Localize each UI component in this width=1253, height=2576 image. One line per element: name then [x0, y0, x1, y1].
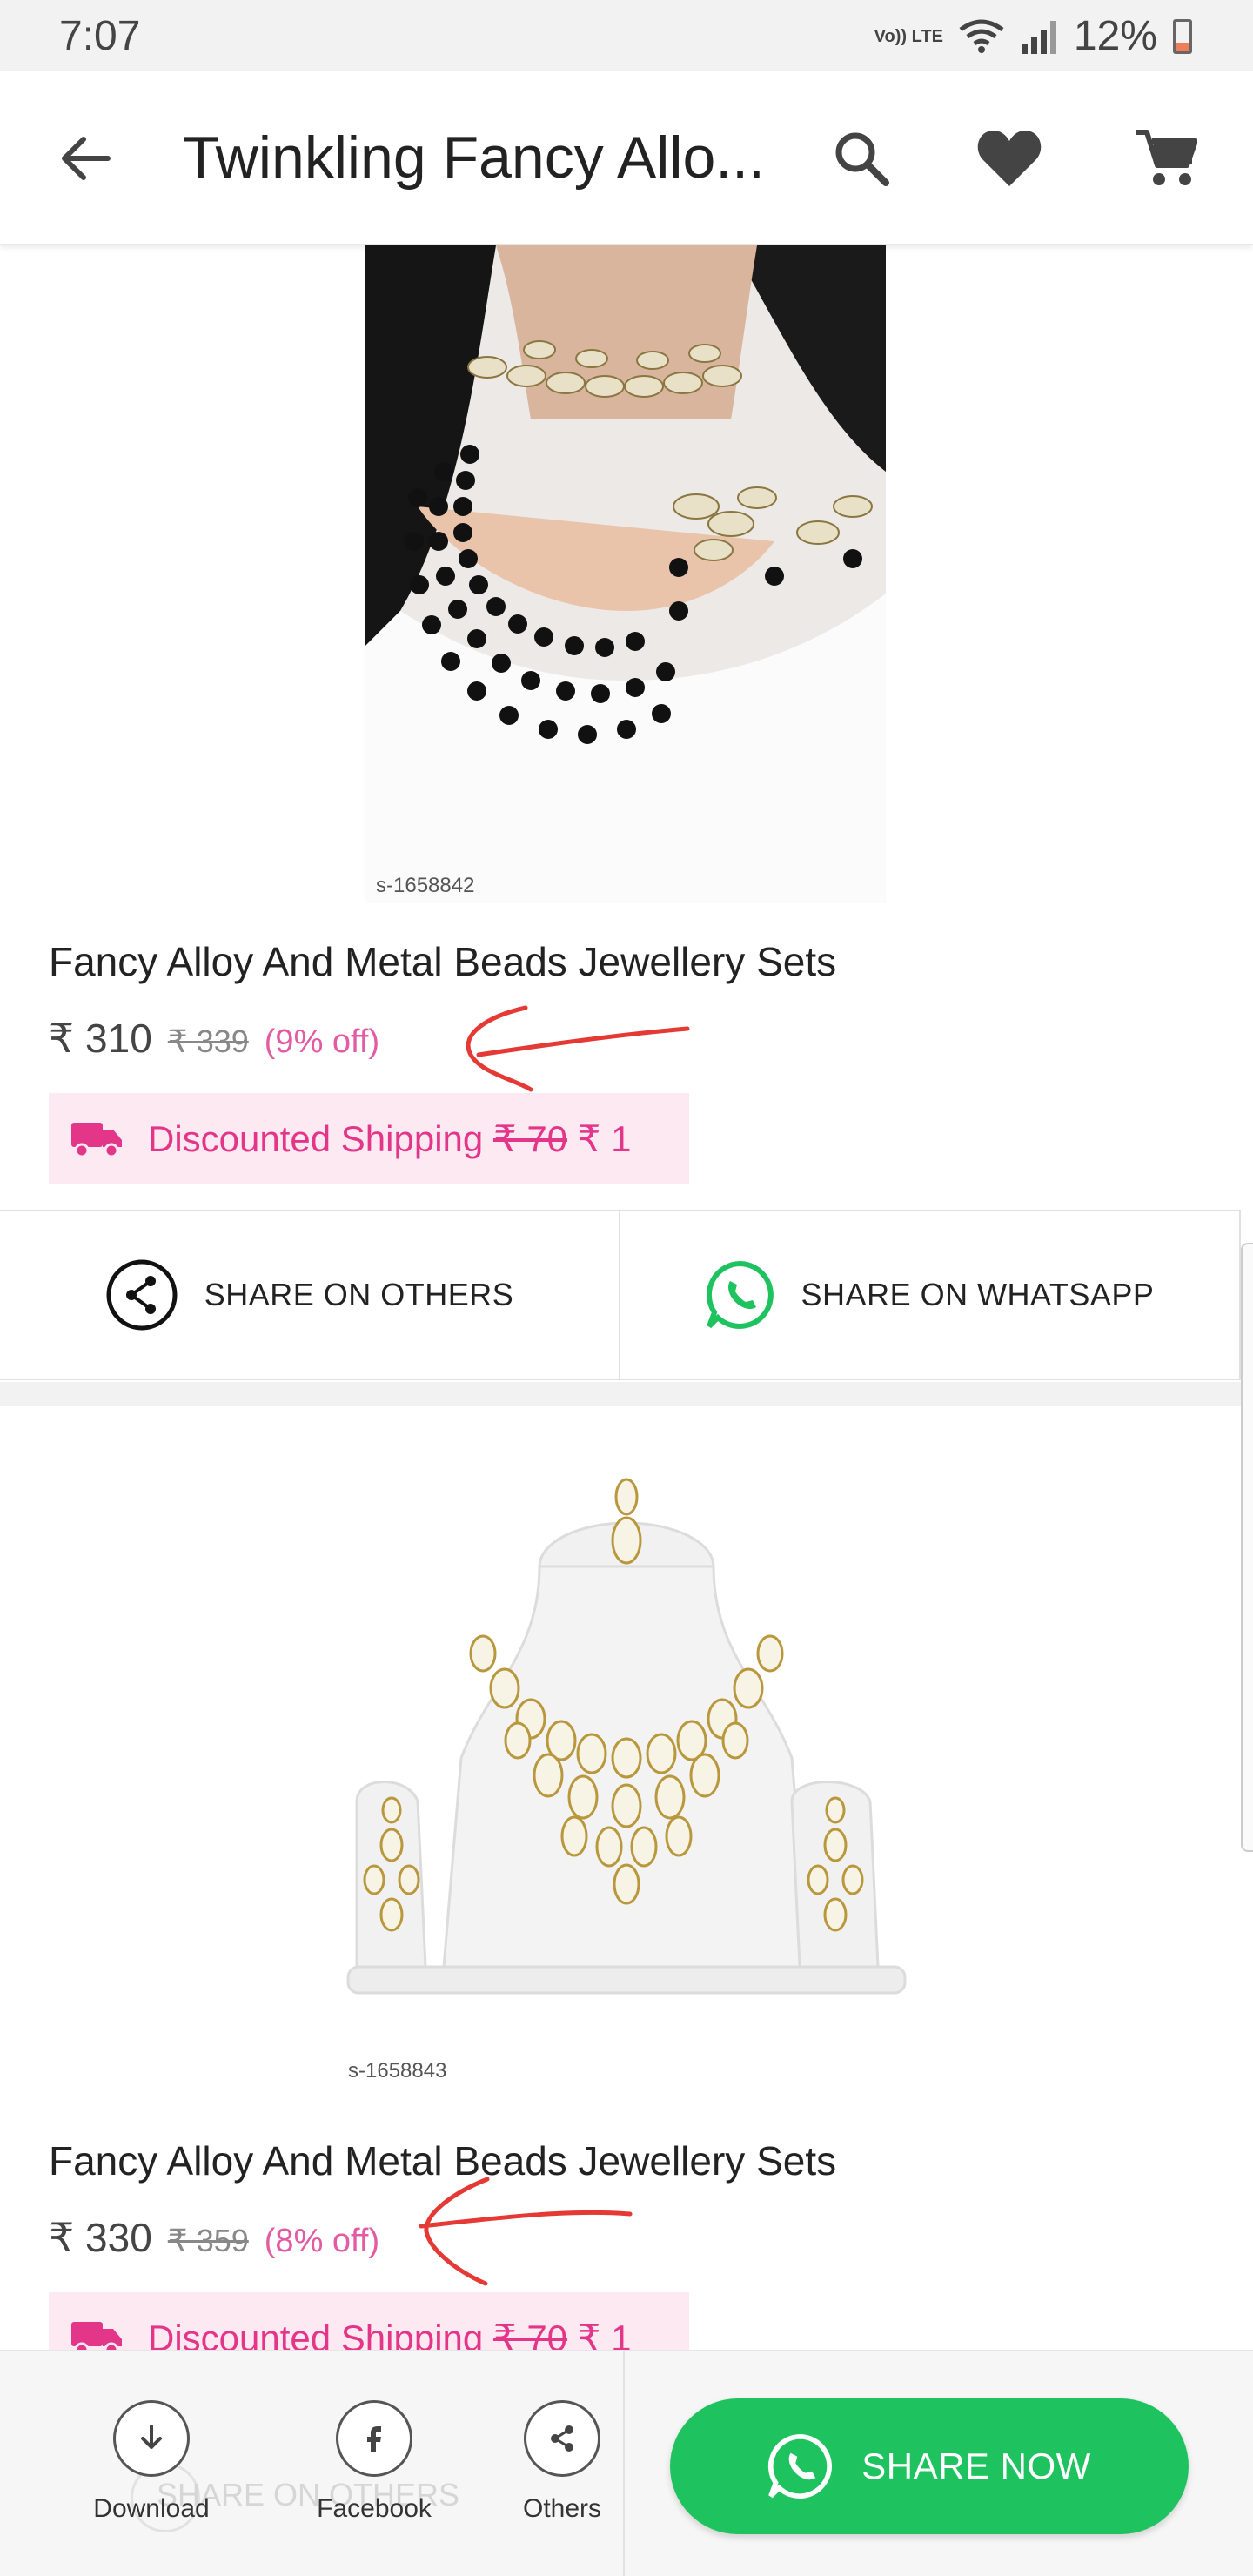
share-on-whatsapp-label: SHARE ON WHATSAPP: [801, 1277, 1155, 1312]
annotation-arrow: [466, 1005, 690, 1092]
card-divider: [0, 1382, 1253, 1406]
scroll-indicator[interactable]: [1241, 1243, 1253, 1852]
heart-icon: [977, 131, 1042, 186]
download-label: Download: [93, 2494, 210, 2523]
cart-icon: [1136, 130, 1197, 185]
shipping-banner: Discounted Shipping ₹ 70 ₹ 1: [49, 1093, 689, 1184]
discount-label: (9% off): [264, 1023, 380, 1060]
facebook-label: Facebook: [317, 2494, 432, 2523]
download-button[interactable]: Download: [82, 2400, 221, 2524]
product-mrp: ₹ 359: [167, 2223, 249, 2258]
status-indicators: Vo)) LTE 12%: [874, 12, 1192, 60]
annotation-arrow: [419, 2177, 633, 2286]
share-icon: [551, 2425, 573, 2452]
product-sku: s-1658842: [376, 874, 475, 897]
whatsapp-icon: [768, 2433, 833, 2499]
facebook-button[interactable]: Facebook: [305, 2400, 444, 2524]
discount-label: (8% off): [264, 2223, 380, 2259]
download-icon: [141, 2425, 162, 2449]
cart-button[interactable]: [1122, 115, 1209, 202]
shipping-new-price: ₹ 1: [577, 1117, 632, 1159]
search-button[interactable]: [818, 115, 905, 202]
battery-percent: 12%: [1073, 13, 1157, 59]
share-on-others-label: SHARE ON OTHERS: [204, 1277, 514, 1312]
wishlist-button[interactable]: [966, 115, 1053, 202]
bottom-bar-separator: [623, 2350, 625, 2576]
product-price: ₹ 310: [49, 1016, 152, 1061]
facebook-icon: [367, 2426, 381, 2452]
status-bar: 7:07 Vo)) LTE 12%: [0, 0, 1253, 71]
app-bar: Twinkling Fancy Allo...: [0, 71, 1253, 245]
search-icon: [835, 132, 889, 186]
price-row: ₹ 310 ₹ 339 (9% off): [49, 1015, 379, 1062]
shipping-old-price: ₹ 70: [492, 1117, 568, 1159]
necklace-set-photo: [331, 1445, 922, 2089]
product-sku: s-1658843: [348, 2059, 447, 2083]
product-mrp: ₹ 339: [167, 1023, 249, 1059]
shipping-text: Discounted Shipping ₹ 70 ₹ 1: [148, 1117, 632, 1159]
whatsapp-icon: [706, 1260, 774, 1329]
product-price: ₹ 330: [49, 2215, 152, 2260]
share-now-label: SHARE NOW: [861, 2445, 1091, 2486]
share-on-others-button[interactable]: SHARE ON OTHERS: [0, 1211, 619, 1379]
price-row: ₹ 330 ₹ 359 (8% off): [49, 2214, 379, 2261]
others-share-button[interactable]: Others: [492, 2400, 632, 2524]
battery-icon: [1173, 18, 1192, 54]
signal-icon: [1021, 20, 1056, 54]
product-title[interactable]: Fancy Alloy And Metal Beads Jewellery Se…: [49, 938, 836, 985]
share-icon: [106, 1259, 178, 1331]
share-now-button[interactable]: SHARE NOW: [670, 2398, 1189, 2534]
share-row: SHARE ON OTHERS SHARE ON WHATSAPP: [0, 1210, 1241, 1380]
back-button[interactable]: [42, 115, 129, 202]
product-image[interactable]: s-1658843: [331, 1445, 922, 2089]
back-arrow-icon: [62, 137, 111, 180]
page-title: Twinkling Fancy Allo...: [183, 124, 765, 191]
share-on-whatsapp-button[interactable]: SHARE ON WHATSAPP: [619, 1211, 1239, 1379]
status-time: 7:07: [59, 13, 141, 59]
volte-indicator: Vo)) LTE: [874, 26, 943, 46]
truck-icon: [71, 1123, 122, 1157]
product-image[interactable]: s-1658842: [365, 245, 886, 903]
necklace-photo: [365, 245, 886, 903]
wifi-icon: [959, 19, 1004, 53]
others-label: Others: [522, 2494, 602, 2523]
